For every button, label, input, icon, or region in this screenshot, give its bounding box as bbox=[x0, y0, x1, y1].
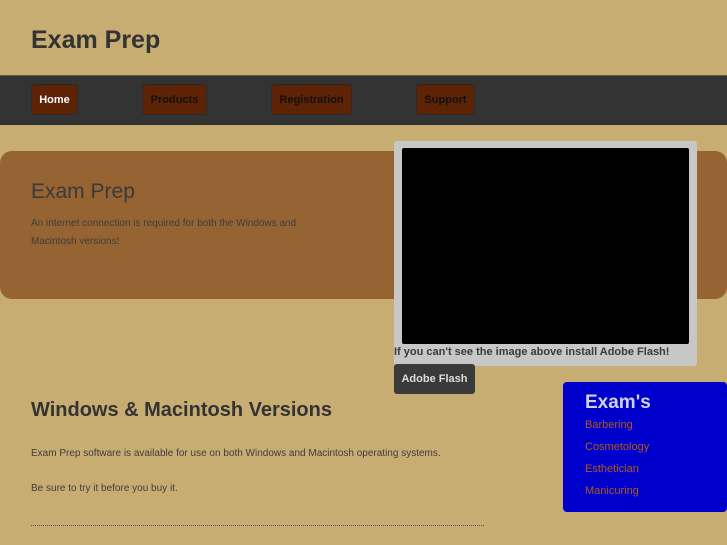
exam-link-barbering[interactable]: Barbering bbox=[585, 419, 633, 431]
exam-link-cosmetology[interactable]: Cosmetology bbox=[585, 441, 649, 453]
nav-support-button[interactable]: Support bbox=[416, 84, 475, 115]
section-title: Windows & Macintosh Versions bbox=[31, 399, 332, 421]
flash-caption: If you can't see the image above install… bbox=[394, 346, 670, 358]
exam-link-manicuring[interactable]: Manicuring bbox=[585, 485, 639, 497]
nav-registration-button[interactable]: Registration bbox=[271, 84, 352, 115]
exams-sidebar: Exam's Barbering Cosmetology Esthetician… bbox=[563, 382, 727, 512]
section-paragraph: Exam Prep software is available for use … bbox=[31, 448, 441, 459]
section-paragraph: Be sure to try it before you buy it. bbox=[31, 483, 178, 494]
site-title: Exam Prep bbox=[31, 26, 161, 54]
section-divider bbox=[31, 525, 484, 526]
exams-title: Exam's bbox=[585, 392, 651, 413]
flash-player-area[interactable] bbox=[402, 148, 689, 344]
nav-home-button[interactable]: Home bbox=[31, 84, 78, 115]
flash-container: If you can't see the image above install… bbox=[394, 141, 697, 366]
exam-link-esthetician[interactable]: Esthetician bbox=[585, 463, 639, 475]
hero-title: Exam Prep bbox=[31, 180, 135, 203]
nav-products-button[interactable]: Products bbox=[142, 84, 207, 115]
hero-text: An internet connection is required for b… bbox=[31, 218, 297, 247]
adobe-flash-button[interactable]: Adobe Flash bbox=[394, 364, 475, 394]
main-navigation: Home Products Registration Support bbox=[0, 75, 727, 125]
